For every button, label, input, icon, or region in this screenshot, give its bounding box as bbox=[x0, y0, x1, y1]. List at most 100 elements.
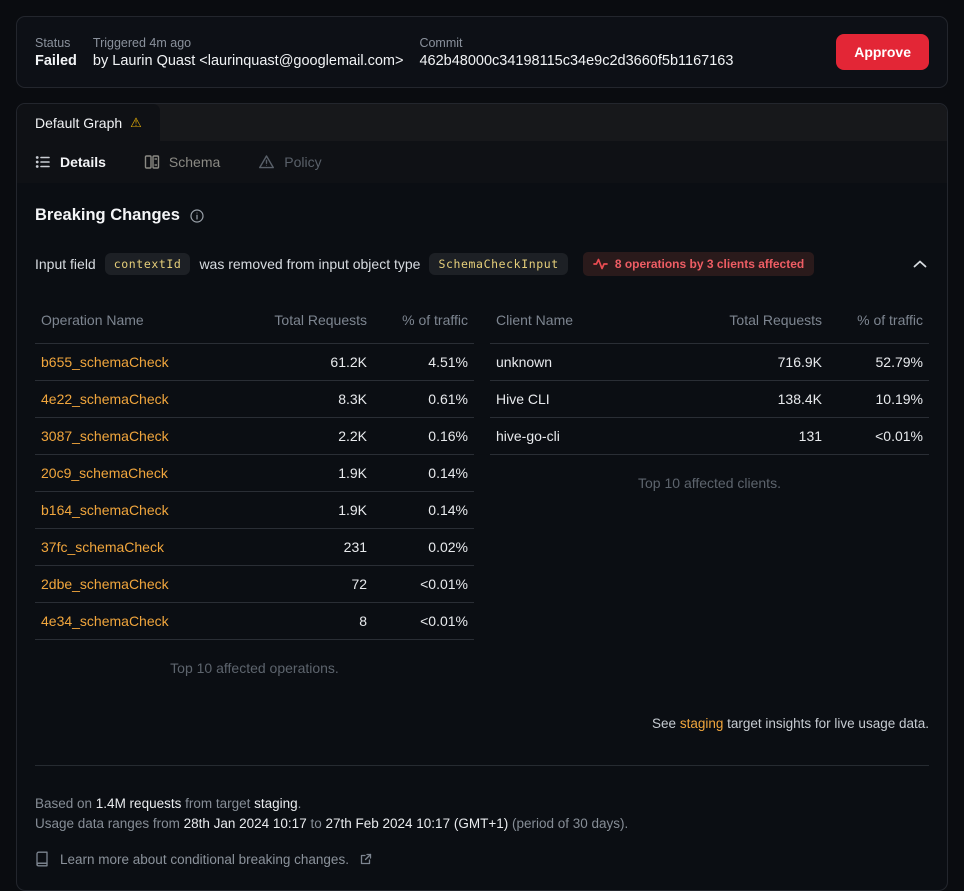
operation-link[interactable]: 3087_schemaCheck bbox=[35, 418, 255, 455]
usage-text: to bbox=[307, 816, 326, 831]
table-row: 37fc_schemaCheck 231 0.02% bbox=[35, 529, 474, 566]
table-row: hive-go-cli 131 <0.01% bbox=[490, 418, 929, 455]
operation-link[interactable]: 4e22_schemaCheck bbox=[35, 381, 255, 418]
breaking-changes-heading: Breaking Changes bbox=[35, 206, 929, 225]
operations-header-row: Operation Name Total Requests % of traff… bbox=[35, 302, 474, 344]
clients-table-wrap: Client Name Total Requests % of traffic … bbox=[490, 302, 929, 676]
requests-cell: 8.3K bbox=[255, 381, 374, 418]
usage-summary-line1: Based on 1.4M requests from target stagi… bbox=[35, 794, 929, 814]
table-row: 20c9_schemaCheck 1.9K 0.14% bbox=[35, 455, 474, 492]
target-name: staging bbox=[254, 796, 298, 811]
client-name-cell: hive-go-cli bbox=[490, 418, 710, 455]
client-name-cell: Hive CLI bbox=[490, 381, 710, 418]
graph-tab-label: Default Graph bbox=[35, 115, 122, 131]
col-total-requests: Total Requests bbox=[255, 302, 374, 344]
input-type-chip: SchemaCheckInput bbox=[429, 253, 567, 275]
requests-cell: 72 bbox=[255, 566, 374, 603]
requests-cell: 61.2K bbox=[255, 344, 374, 381]
col-client-name: Client Name bbox=[490, 302, 710, 344]
learn-more-link[interactable]: Learn more about conditional breaking ch… bbox=[35, 851, 929, 867]
requests-cell: 1.9K bbox=[255, 492, 374, 529]
commit-label: Commit bbox=[419, 36, 733, 50]
tab-schema-label: Schema bbox=[169, 154, 220, 170]
breaking-change-accordion[interactable]: Input field contextId was removed from i… bbox=[35, 252, 929, 276]
affected-badge-label: 8 operations by 3 clients affected bbox=[615, 257, 804, 271]
tab-details-label: Details bbox=[60, 154, 106, 170]
operation-link[interactable]: b164_schemaCheck bbox=[35, 492, 255, 529]
tab-policy-label: Policy bbox=[284, 154, 321, 170]
col-operation-name: Operation Name bbox=[35, 302, 255, 344]
table-row: b164_schemaCheck 1.9K 0.14% bbox=[35, 492, 474, 529]
check-details-body: Breaking Changes Input field contextId w… bbox=[17, 206, 947, 885]
info-icon[interactable] bbox=[190, 209, 204, 223]
usage-text: (period of 30 days). bbox=[508, 816, 628, 831]
usage-text: . bbox=[298, 796, 302, 811]
traffic-cell: <0.01% bbox=[373, 566, 474, 603]
clients-table: Client Name Total Requests % of traffic … bbox=[490, 302, 929, 455]
check-status-card: Status Failed Triggered 4m ago by Laurin… bbox=[16, 16, 948, 88]
usage-text: from target bbox=[181, 796, 254, 811]
status-label: Status bbox=[35, 36, 77, 50]
traffic-cell: 4.51% bbox=[373, 344, 474, 381]
requests-cell: 138.4K bbox=[710, 381, 829, 418]
usage-summary-line2: Usage data ranges from 28th Jan 2024 10:… bbox=[35, 814, 929, 834]
tab-policy[interactable]: Policy bbox=[258, 154, 321, 170]
book-icon bbox=[35, 851, 49, 867]
table-row: Hive CLI 138.4K 10.19% bbox=[490, 381, 929, 418]
pulse-icon bbox=[593, 258, 608, 270]
table-row: 4e22_schemaCheck 8.3K 0.61% bbox=[35, 381, 474, 418]
operation-link[interactable]: 37fc_schemaCheck bbox=[35, 529, 255, 566]
usage-text: Based on bbox=[35, 796, 96, 811]
check-nav-tabs: Details Schema Policy bbox=[17, 141, 947, 183]
tab-schema[interactable]: Schema bbox=[144, 154, 220, 170]
operations-caption: Top 10 affected operations. bbox=[35, 660, 474, 676]
clients-header-row: Client Name Total Requests % of traffic bbox=[490, 302, 929, 344]
change-text-prefix: Input field bbox=[35, 256, 96, 272]
graph-warning-icon: ⚠ bbox=[130, 116, 142, 129]
traffic-cell: 0.14% bbox=[373, 455, 474, 492]
col-pct-traffic: % of traffic bbox=[373, 302, 474, 344]
requests-cell: 231 bbox=[255, 529, 374, 566]
request-count: 1.4M requests bbox=[96, 796, 182, 811]
removed-field-chip: contextId bbox=[105, 253, 191, 275]
col-pct-traffic: % of traffic bbox=[828, 302, 929, 344]
operations-table-wrap: Operation Name Total Requests % of traff… bbox=[35, 302, 474, 676]
client-name-cell: unknown bbox=[490, 344, 710, 381]
commit-hash: 462b48000c34198115c34e9c2d3660f5b1167163 bbox=[419, 53, 733, 69]
table-row: b655_schemaCheck 61.2K 4.51% bbox=[35, 344, 474, 381]
traffic-cell: <0.01% bbox=[373, 603, 474, 640]
staging-target-link[interactable]: staging bbox=[680, 716, 724, 731]
operation-link[interactable]: 20c9_schemaCheck bbox=[35, 455, 255, 492]
tab-details[interactable]: Details bbox=[35, 154, 106, 170]
traffic-cell: 0.02% bbox=[373, 529, 474, 566]
chevron-up-icon[interactable] bbox=[911, 258, 929, 270]
requests-cell: 1.9K bbox=[255, 455, 374, 492]
breaking-changes-title: Breaking Changes bbox=[35, 206, 180, 225]
triggered-author: by Laurin Quast <laurinquast@googlemail.… bbox=[93, 53, 404, 69]
traffic-cell: <0.01% bbox=[828, 418, 929, 455]
traffic-cell: 0.14% bbox=[373, 492, 474, 529]
traffic-cell: 0.16% bbox=[373, 418, 474, 455]
approve-button[interactable]: Approve bbox=[836, 34, 929, 70]
commit-block: Commit 462b48000c34198115c34e9c2d3660f5b… bbox=[419, 36, 733, 69]
operation-link[interactable]: 2dbe_schemaCheck bbox=[35, 566, 255, 603]
operation-link[interactable]: b655_schemaCheck bbox=[35, 344, 255, 381]
affected-operations-badge[interactable]: 8 operations by 3 clients affected bbox=[583, 252, 814, 276]
graph-tab-strip: Default Graph ⚠ bbox=[17, 104, 947, 141]
usage-summary: Based on 1.4M requests from target stagi… bbox=[35, 794, 929, 834]
schema-check-card: Default Graph ⚠ Details S bbox=[16, 103, 948, 891]
requests-cell: 2.2K bbox=[255, 418, 374, 455]
table-row: 3087_schemaCheck 2.2K 0.16% bbox=[35, 418, 474, 455]
requests-cell: 716.9K bbox=[710, 344, 829, 381]
requests-cell: 8 bbox=[255, 603, 374, 640]
tab-default-graph[interactable]: Default Graph ⚠ bbox=[17, 104, 160, 141]
warning-triangle-icon bbox=[258, 154, 275, 170]
list-icon bbox=[35, 154, 51, 170]
learn-more-label: Learn more about conditional breaking ch… bbox=[60, 852, 349, 867]
operations-table: Operation Name Total Requests % of traff… bbox=[35, 302, 474, 640]
operation-link[interactable]: 4e34_schemaCheck bbox=[35, 603, 255, 640]
table-row: 2dbe_schemaCheck 72 <0.01% bbox=[35, 566, 474, 603]
external-link-icon bbox=[360, 853, 372, 865]
affected-tables: Operation Name Total Requests % of traff… bbox=[35, 302, 929, 676]
triggered-block: Triggered 4m ago by Laurin Quast <laurin… bbox=[93, 36, 404, 69]
